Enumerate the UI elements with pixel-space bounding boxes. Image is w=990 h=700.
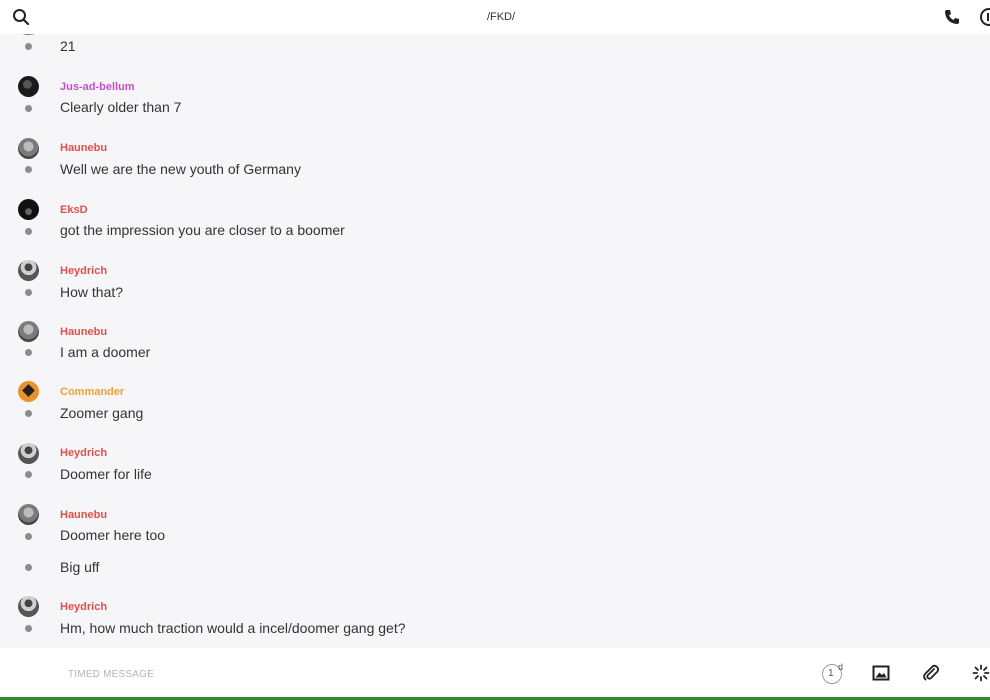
sender-name[interactable]: Haunebu [60, 142, 107, 154]
message-dot [25, 471, 32, 478]
message-timeline[interactable]: 21 Jus-ad-bellum Clearly older than 7 Ha… [0, 0, 990, 648]
info-icon[interactable] [980, 8, 990, 26]
conversation-title[interactable]: /FKD/ [0, 11, 990, 23]
message-text: Doomer for life [60, 466, 152, 482]
message-text: Big uff [60, 559, 100, 575]
sender-name[interactable]: Haunebu [60, 509, 107, 521]
message-text: How that? [60, 284, 124, 300]
message-composer: TIMED MESSAGE 1 d [0, 648, 990, 700]
image-icon[interactable] [872, 664, 890, 682]
sender-name[interactable]: EksD [60, 204, 88, 216]
message-dot [25, 289, 32, 296]
timer-value: 1 [828, 668, 834, 679]
avatar[interactable] [18, 381, 39, 402]
message-dot [25, 43, 32, 50]
message-input[interactable]: TIMED MESSAGE [68, 669, 154, 680]
conversation-header: /FKD/ [0, 0, 990, 34]
message-dot [25, 564, 32, 571]
message-dot [25, 228, 32, 235]
sender-name[interactable]: Heydrich [60, 447, 107, 459]
avatar[interactable] [18, 504, 39, 525]
sender-name[interactable]: Jus-ad-bellum [60, 81, 135, 93]
avatar[interactable] [18, 199, 39, 220]
avatar[interactable] [18, 76, 39, 97]
sender-name[interactable]: Heydrich [60, 265, 107, 277]
avatar[interactable] [18, 321, 39, 342]
message-dot [25, 625, 32, 632]
message-text: Doomer here too [60, 527, 166, 543]
message-dot [25, 349, 32, 356]
message-dot [25, 533, 32, 540]
message-text: Zoomer gang [60, 405, 144, 421]
message-text: I am a doomer [60, 344, 151, 360]
message-text: Hm, how much traction would a incel/doom… [60, 620, 406, 636]
avatar[interactable] [18, 138, 39, 159]
message-text: Clearly older than 7 [60, 99, 182, 115]
avatar[interactable] [18, 443, 39, 464]
paperclip-icon[interactable] [922, 664, 940, 682]
phone-icon[interactable] [943, 8, 961, 26]
ping-icon[interactable] [972, 664, 990, 682]
message-dot [25, 410, 32, 417]
message-text: 21 [60, 38, 76, 54]
message-dot [25, 105, 32, 112]
avatar[interactable] [18, 260, 39, 281]
timer-unit: d [838, 662, 844, 672]
sender-name[interactable]: Commander [60, 386, 124, 398]
message-text: got the impression you are closer to a b… [60, 222, 345, 238]
message-text: Well we are the new youth of Germany [60, 161, 301, 177]
message-dot [25, 166, 32, 173]
sender-name[interactable]: Haunebu [60, 326, 107, 338]
sender-name[interactable]: Heydrich [60, 601, 107, 613]
avatar[interactable] [18, 596, 39, 617]
